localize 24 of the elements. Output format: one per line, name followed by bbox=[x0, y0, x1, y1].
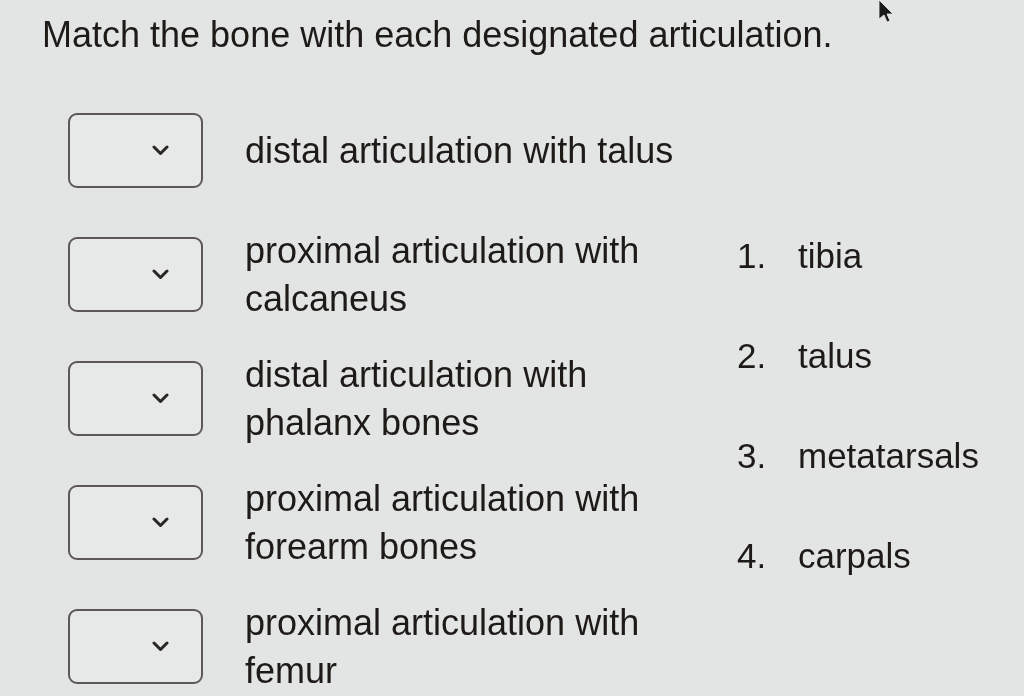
option-label: carpals bbox=[798, 536, 911, 576]
answer-dropdown[interactable] bbox=[68, 237, 203, 312]
prompt-text: distal articulation with talus bbox=[245, 128, 675, 173]
option-number: 4. bbox=[737, 536, 768, 576]
option-label: talus bbox=[798, 336, 872, 376]
chevron-down-icon bbox=[152, 641, 169, 652]
chevron-down-icon bbox=[152, 145, 169, 156]
option-number: 2. bbox=[737, 336, 768, 376]
answer-dropdown[interactable] bbox=[68, 361, 203, 436]
option-label: tibia bbox=[798, 236, 863, 276]
question-title: Match the bone with each designated articulation. bbox=[42, 14, 833, 56]
answer-dropdown[interactable] bbox=[68, 485, 203, 560]
prompt-text: proximal articulation with forearm bones bbox=[245, 476, 641, 569]
option-number: 1. bbox=[737, 236, 768, 276]
prompt-text: proximal articulation with calcaneus bbox=[245, 228, 641, 321]
prompt-text: proximal articulation with femur bbox=[245, 600, 641, 693]
chevron-down-icon bbox=[152, 269, 169, 280]
chevron-down-icon bbox=[152, 393, 169, 404]
answer-dropdown[interactable] bbox=[68, 609, 203, 684]
option-number: 3. bbox=[737, 436, 768, 476]
chevron-down-icon bbox=[152, 517, 169, 528]
prompt-text: distal articulation with phalanx bones bbox=[245, 352, 589, 445]
option-label: metatarsals bbox=[798, 436, 979, 476]
answer-dropdown[interactable] bbox=[68, 113, 203, 188]
